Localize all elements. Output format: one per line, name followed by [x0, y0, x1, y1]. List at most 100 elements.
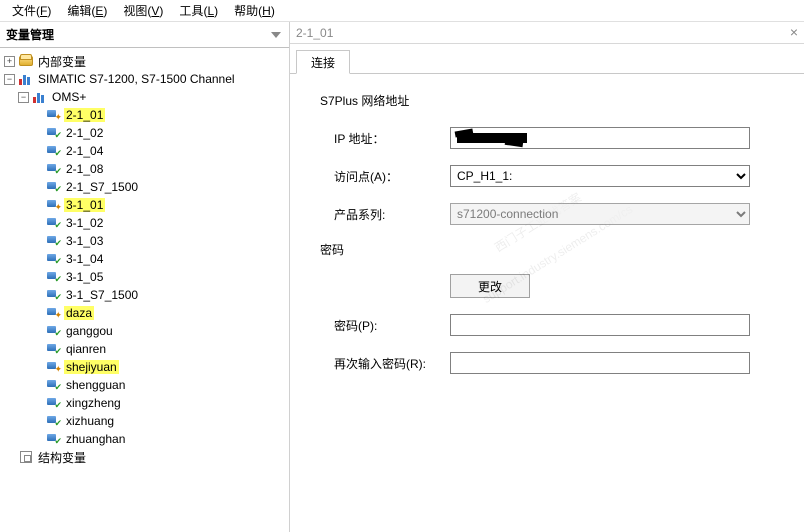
connection-icon: [46, 323, 62, 339]
tree-connection[interactable]: xingzheng: [4, 394, 289, 412]
connection-icon: [46, 305, 62, 321]
close-icon[interactable]: ×: [790, 24, 798, 40]
left-panel: 变量管理 + 内部变量 − SIMATIC S7-1200, S7-1500 C…: [0, 22, 290, 532]
tree-connection[interactable]: 3-1_04: [4, 250, 289, 268]
database-icon: [18, 53, 34, 69]
panel-title: 变量管理: [6, 26, 54, 43]
tree-item-label: 3-1_03: [64, 234, 105, 248]
tree-item-label: 2-1_04: [64, 144, 105, 158]
panel-title-row: 变量管理: [0, 22, 289, 48]
password-repeat-field[interactable]: [450, 352, 750, 374]
tree-connection[interactable]: xizhuang: [4, 412, 289, 430]
tree-item-label: shengguan: [64, 378, 127, 392]
tree-connection[interactable]: zhuanghan: [4, 430, 289, 448]
password-section: 密码: [320, 241, 450, 258]
connection-icon: [46, 287, 62, 303]
tree-connection[interactable]: 3-1_05: [4, 268, 289, 286]
product-label: 产品系列:: [320, 206, 450, 223]
tree-root-internal[interactable]: + 内部变量: [4, 52, 289, 70]
password-label: 密码(P):: [320, 317, 450, 334]
menu-tools[interactable]: 工具(L): [171, 0, 226, 21]
connection-icon: [46, 215, 62, 231]
connection-icon: [46, 161, 62, 177]
tree-connection[interactable]: shengguan: [4, 376, 289, 394]
spacer: [4, 452, 15, 463]
connection-icon: [46, 269, 62, 285]
connection-icon: [46, 359, 62, 375]
struct-icon: [18, 449, 34, 465]
connection-icon: [46, 377, 62, 393]
tree-item-label: qianren: [64, 342, 108, 356]
tree-item-label: 3-1_05: [64, 270, 105, 284]
tree-connection[interactable]: 3-1_03: [4, 232, 289, 250]
password-repeat-label: 再次输入密码(R):: [320, 355, 450, 372]
section-network: S7Plus 网络地址: [320, 92, 774, 109]
redacted-ip: [457, 133, 527, 143]
connection-icon: [46, 197, 62, 213]
ip-label: IP 地址：: [320, 130, 450, 147]
connection-icon: [46, 251, 62, 267]
connection-icon: [46, 395, 62, 411]
tree-connection[interactable]: shejiyuan: [4, 358, 289, 376]
ip-field[interactable]: [450, 127, 750, 149]
channel-icon: [32, 89, 48, 105]
tree-connection[interactable]: 3-1_02: [4, 214, 289, 232]
connection-icon: [46, 125, 62, 141]
tree-item-label: 3-1_01: [64, 198, 105, 212]
tree-connection[interactable]: 2-1_S7_1500: [4, 178, 289, 196]
change-button[interactable]: 更改: [450, 274, 530, 298]
tree-item-label: xizhuang: [64, 414, 116, 428]
channel-icon: [18, 71, 34, 87]
tree-item-label: 3-1_04: [64, 252, 105, 266]
menu-file[interactable]: 文件(F): [4, 0, 59, 21]
dialog-title: 2-1_01: [296, 26, 333, 40]
connection-icon: [46, 341, 62, 357]
tree-item-label: shejiyuan: [64, 360, 119, 374]
tree-oms[interactable]: − OMS+: [4, 88, 289, 106]
form-area: 西门子工业 找答案support.industry.siemens.com/cs…: [290, 74, 804, 400]
collapse-icon[interactable]: −: [4, 74, 15, 85]
tab-row: 连接: [290, 44, 804, 74]
panel-collapse-icon[interactable]: [269, 28, 283, 42]
connection-icon: [46, 143, 62, 159]
expand-icon[interactable]: +: [4, 56, 15, 67]
connection-icon: [46, 431, 62, 447]
tab-connection[interactable]: 连接: [296, 50, 350, 74]
tree-item-label: 3-1_02: [64, 216, 105, 230]
tree-item-label: zhuanghan: [64, 432, 127, 446]
tree-item-label: 2-1_08: [64, 162, 105, 176]
tree-struct[interactable]: 结构变量: [4, 448, 289, 466]
tree-item-label: 2-1_01: [64, 108, 105, 122]
connection-icon: [46, 233, 62, 249]
tree-item-label: 3-1_S7_1500: [64, 288, 140, 302]
tree: + 内部变量 − SIMATIC S7-1200, S7-1500 Channe…: [0, 48, 289, 532]
tree-connection[interactable]: 3-1_01: [4, 196, 289, 214]
connection-icon: [46, 179, 62, 195]
connection-icon: [46, 413, 62, 429]
collapse-icon[interactable]: −: [18, 92, 29, 103]
right-panel: 2-1_01 × 连接 西门子工业 找答案support.industry.si…: [290, 22, 804, 532]
tree-channel[interactable]: − SIMATIC S7-1200, S7-1500 Channel: [4, 70, 289, 88]
tree-connection[interactable]: 2-1_01: [4, 106, 289, 124]
tree-connection[interactable]: 3-1_S7_1500: [4, 286, 289, 304]
connection-icon: [46, 107, 62, 123]
menu-bar: 文件(F) 编辑(E) 视图(V) 工具(L) 帮助(H): [0, 0, 804, 22]
dialog-titlebar: 2-1_01 ×: [290, 22, 804, 44]
access-select[interactable]: CP_H1_1:: [450, 165, 750, 187]
tree-item-label: daza: [64, 306, 94, 320]
menu-help[interactable]: 帮助(H): [226, 0, 283, 21]
tree-item-label: ganggou: [64, 324, 115, 338]
product-select: s71200-connection: [450, 203, 750, 225]
access-label: 访问点(A)：: [320, 168, 450, 185]
tree-item-label: xingzheng: [64, 396, 123, 410]
tree-connection[interactable]: 2-1_04: [4, 142, 289, 160]
menu-edit[interactable]: 编辑(E): [59, 0, 115, 21]
tree-connection[interactable]: qianren: [4, 340, 289, 358]
password-field[interactable]: [450, 314, 750, 336]
tree-item-label: 2-1_02: [64, 126, 105, 140]
tree-connection[interactable]: ganggou: [4, 322, 289, 340]
menu-view[interactable]: 视图(V): [115, 0, 171, 21]
tree-connection[interactable]: 2-1_02: [4, 124, 289, 142]
tree-connection[interactable]: 2-1_08: [4, 160, 289, 178]
tree-connection[interactable]: daza: [4, 304, 289, 322]
